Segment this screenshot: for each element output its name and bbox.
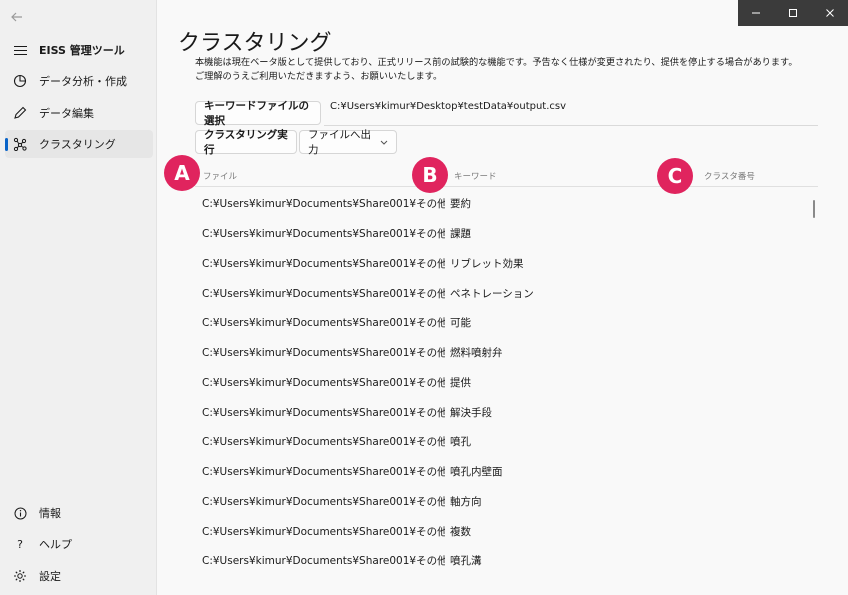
vertical-scrollbar[interactable]: [813, 200, 815, 218]
header-divider: [195, 186, 818, 187]
column-header-keyword[interactable]: キーワード: [454, 170, 497, 182]
table-row[interactable]: C:¥Users¥kimur¥Documents¥Share001¥その他フ 軸方…: [195, 487, 818, 517]
cell-keyword: 複数: [450, 525, 471, 538]
cell-file: C:¥Users¥kimur¥Documents¥Share001¥その他フ: [202, 198, 445, 211]
sidebar-item-label: 情報: [39, 507, 61, 520]
result-table: C:¥Users¥kimur¥Documents¥Share001¥その他フ 要約…: [195, 189, 818, 576]
table-row[interactable]: C:¥Users¥kimur¥Documents¥Share001¥その他フ 噴孔: [195, 427, 818, 457]
table-row[interactable]: C:¥Users¥kimur¥Documents¥Share001¥その他フ 可能: [195, 308, 818, 338]
cell-keyword: 噴孔内壁面: [450, 466, 503, 479]
export-label: ファイルへ出力: [308, 129, 371, 156]
cell-file: C:¥Users¥kimur¥Documents¥Share001¥その他フ: [202, 495, 445, 508]
sidebar-item-label: ヘルプ: [39, 538, 72, 551]
help-icon: ?: [17, 537, 23, 551]
cell-keyword: 軸方向: [450, 495, 482, 508]
back-arrow-icon[interactable]: [10, 9, 32, 29]
table-row[interactable]: C:¥Users¥kimur¥Documents¥Share001¥その他フ ペネ…: [195, 278, 818, 308]
beta-notice: 本機能は現在ベータ版として提供しており、正式リリース前の試験的な機能です。予告な…: [195, 56, 835, 84]
app-title: EISS 管理ツール: [39, 44, 125, 57]
page-title: クラスタリング: [178, 31, 332, 56]
sidebar-item-label: データ分析・作成: [39, 75, 127, 88]
cell-keyword: 解決手段: [450, 406, 492, 419]
table-row[interactable]: C:¥Users¥kimur¥Documents¥Share001¥その他フ 課題: [195, 219, 818, 249]
export-file-dropdown[interactable]: ファイルへ出力: [299, 129, 397, 156]
sidebar-item-help[interactable]: ? ヘルプ: [5, 530, 153, 558]
cell-file: C:¥Users¥kimur¥Documents¥Share001¥その他フ: [202, 228, 445, 241]
cell-file: C:¥Users¥kimur¥Documents¥Share001¥その他フ: [202, 376, 445, 389]
sidebar-item-data-edit[interactable]: データ編集: [5, 99, 153, 127]
annotation-badge-b: B: [412, 157, 448, 193]
cell-keyword: 要約: [450, 198, 471, 211]
sidebar-item-data-analysis[interactable]: データ分析・作成: [5, 67, 153, 95]
cell-keyword: 課題: [450, 228, 471, 241]
sidebar-item-clustering[interactable]: クラスタリング: [5, 130, 153, 158]
close-icon[interactable]: [811, 0, 848, 26]
cell-keyword: 可能: [450, 317, 471, 330]
select-keyword-file-button[interactable]: キーワードファイルの選択: [195, 100, 321, 127]
run-clustering-button[interactable]: クラスタリング実行: [195, 129, 297, 156]
cell-file: C:¥Users¥kimur¥Documents¥Share001¥その他フ: [202, 317, 445, 330]
sidebar-item-label: データ編集: [39, 107, 94, 120]
cell-file: C:¥Users¥kimur¥Documents¥Share001¥その他フ: [202, 525, 445, 538]
info-icon: [13, 506, 27, 520]
cell-file: C:¥Users¥kimur¥Documents¥Share001¥その他フ: [202, 287, 445, 300]
hamburger-icon: [13, 43, 27, 57]
table-row[interactable]: C:¥Users¥kimur¥Documents¥Share001¥その他フ リブ…: [195, 249, 818, 279]
table-row[interactable]: C:¥Users¥kimur¥Documents¥Share001¥その他フ 噴孔…: [195, 546, 818, 576]
table-row[interactable]: C:¥Users¥kimur¥Documents¥Share001¥その他フ 要約: [195, 189, 818, 219]
column-header-cluster[interactable]: クラスタ番号: [704, 170, 755, 182]
annotation-badge-a: A: [164, 155, 200, 191]
cell-file: C:¥Users¥kimur¥Documents¥Share001¥その他フ: [202, 555, 445, 568]
cluster-icon: [13, 137, 27, 151]
minimize-icon[interactable]: [738, 0, 775, 26]
cell-keyword: 燃料噴射弁: [450, 347, 503, 360]
notice-line: ご理解のうえご利用いただきますよう、お願いいたします。: [195, 71, 443, 82]
table-row[interactable]: C:¥Users¥kimur¥Documents¥Share001¥その他フ 複数: [195, 516, 818, 546]
table-row[interactable]: C:¥Users¥kimur¥Documents¥Share001¥その他フ 解決…: [195, 397, 818, 427]
menu-toggle[interactable]: EISS 管理ツール: [5, 36, 153, 64]
chevron-down-icon: [380, 140, 388, 145]
sidebar: EISS 管理ツール データ分析・作成 データ編集 クラスタリング 情報 ? ヘ…: [0, 0, 157, 595]
cell-keyword: 噴孔: [450, 436, 471, 449]
cell-file: C:¥Users¥kimur¥Documents¥Share001¥その他フ: [202, 436, 445, 449]
cell-keyword: 提供: [450, 376, 471, 389]
gear-icon: [13, 569, 27, 583]
main-content: クラスタリング 本機能は現在ベータ版として提供しており、正式リリース前の試験的な…: [157, 0, 848, 595]
cell-file: C:¥Users¥kimur¥Documents¥Share001¥その他フ: [202, 406, 445, 419]
window-controls: [738, 0, 848, 26]
sidebar-item-settings[interactable]: 設定: [5, 562, 153, 590]
divider: [324, 125, 818, 126]
cell-keyword: リブレット効果: [450, 257, 524, 270]
column-header-file[interactable]: ファイル: [203, 170, 237, 182]
sidebar-item-label: クラスタリング: [39, 138, 116, 151]
pie-chart-icon: [13, 74, 27, 88]
table-row[interactable]: C:¥Users¥kimur¥Documents¥Share001¥その他フ 噴孔…: [195, 457, 818, 487]
maximize-icon[interactable]: [775, 0, 812, 26]
notice-line: 本機能は現在ベータ版として提供しており、正式リリース前の試験的な機能です。予告な…: [195, 57, 798, 68]
cell-file: C:¥Users¥kimur¥Documents¥Share001¥その他フ: [202, 347, 445, 360]
sidebar-item-info[interactable]: 情報: [5, 499, 153, 527]
cell-keyword: 噴孔溝: [450, 555, 482, 568]
cell-file: C:¥Users¥kimur¥Documents¥Share001¥その他フ: [202, 466, 445, 479]
table-row[interactable]: C:¥Users¥kimur¥Documents¥Share001¥その他フ 提供: [195, 368, 818, 398]
cell-file: C:¥Users¥kimur¥Documents¥Share001¥その他フ: [202, 257, 445, 270]
edit-icon: [13, 106, 27, 120]
selected-file-path: C:¥Users¥kimur¥Desktop¥testData¥output.c…: [330, 101, 567, 112]
table-row[interactable]: C:¥Users¥kimur¥Documents¥Share001¥その他フ 燃料…: [195, 338, 818, 368]
sidebar-item-label: 設定: [39, 570, 61, 583]
cell-keyword: ペネトレーション: [450, 287, 534, 300]
